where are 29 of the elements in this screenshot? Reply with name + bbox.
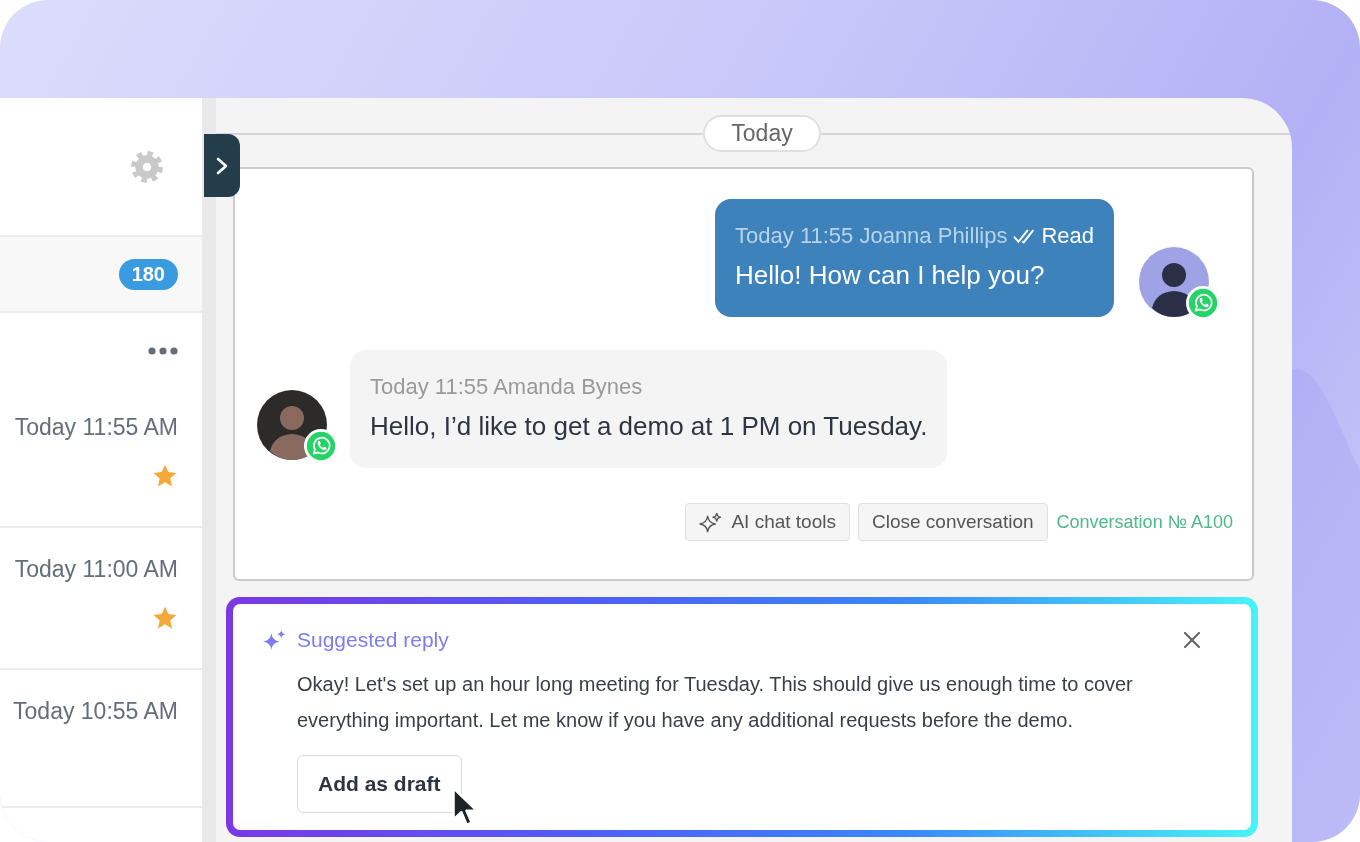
phone-bubble-icon — [1186, 286, 1220, 320]
message-meta: Today 11:55 Joanna Phillips — [735, 222, 1008, 250]
conversation-time: Today 11:55 AM — [14, 413, 178, 441]
message-text: Hello, I’d like to get a demo at 1 PM on Tuesday. — [370, 410, 928, 443]
add-as-draft-button[interactable]: Add as draft — [297, 755, 462, 813]
filter-row[interactable]: 180 — [0, 235, 202, 313]
star-icon[interactable] — [152, 605, 178, 631]
conversation-number: Conversation № A100 — [1056, 510, 1233, 534]
close-button[interactable] — [1183, 631, 1201, 649]
suggestion-title: Suggested reply — [297, 627, 450, 653]
panel-toggle-button[interactable] — [204, 134, 240, 197]
phone-bubble-icon — [304, 429, 338, 463]
double-check-icon — [1013, 228, 1036, 244]
date-separator: Today — [703, 115, 821, 152]
message-text: Hello! How can I help you? — [735, 259, 1046, 292]
message-meta: Today 11:55 Amanda Bynes — [370, 373, 643, 401]
sparkle-icon — [262, 629, 287, 651]
chevron-right-icon — [216, 156, 228, 175]
unread-count-badge: 180 — [118, 258, 178, 290]
conversation-time: Today 11:00 AM — [14, 555, 178, 583]
close-conversation-button[interactable]: Close conversation — [858, 503, 1048, 541]
star-icon[interactable] — [152, 463, 178, 489]
conversation-time: Today 10:55 AM — [13, 697, 178, 725]
ai-chat-tools-button[interactable]: AI chat tools — [685, 503, 850, 541]
read-status: Read — [1041, 222, 1094, 250]
more-icon[interactable] — [148, 347, 178, 355]
sparkle-icon — [699, 511, 723, 533]
close-icon — [1183, 631, 1201, 649]
suggested-reply-text: Okay! Let's set up an hour long meeting for Tuesday. This should give us enough time to cover everything important. Let me know if you have any additional requests before the demo. — [297, 672, 1134, 733]
